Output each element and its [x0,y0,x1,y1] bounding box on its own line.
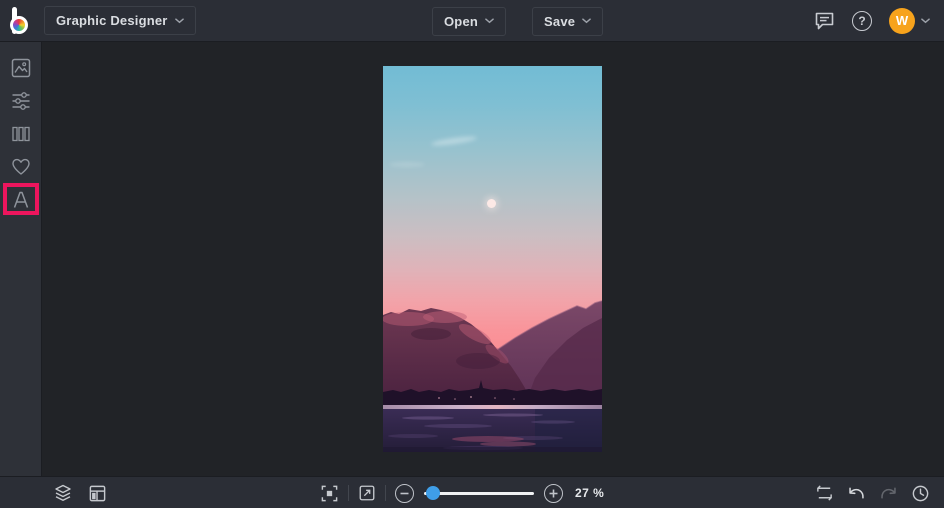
feedback-button[interactable] [814,11,835,31]
zoom-level-label: 27 % [575,486,605,500]
replay-button[interactable] [815,484,834,502]
zoom-slider[interactable] [424,486,534,500]
layers-button[interactable] [53,483,73,503]
fit-screen-icon [321,485,338,501]
history-icon [912,485,929,501]
bottombar-center: 27 % [320,477,604,508]
plus-icon [549,489,558,497]
mountain-lake-scene [383,300,602,452]
zoom-out-button[interactable] [395,483,414,503]
image-icon [11,58,30,77]
bottombar-left [53,477,107,508]
repeat-icon [817,485,832,501]
save-label: Save [544,13,576,29]
app-menu-button[interactable]: Graphic Designer [44,6,196,35]
account-menu[interactable]: W [889,7,930,34]
befunky-logo[interactable] [9,7,35,34]
app-menu-label: Graphic Designer [56,13,168,28]
avatar: W [889,7,915,34]
topbar-right: ? W [814,7,930,34]
sidebar-item-layouts[interactable] [0,117,42,150]
history-button[interactable] [911,484,930,503]
separator [348,485,349,501]
open-label: Open [444,13,479,29]
bottombar: 27 % [0,476,944,508]
logo-color-wheel-icon [10,16,28,34]
layers-icon [55,484,71,501]
redo-button[interactable] [879,485,898,502]
layout-panel-icon [89,485,106,501]
fullscreen-preview-button[interactable] [358,484,376,502]
fit-to-screen-button[interactable] [320,484,339,503]
topbar-center: Open Save [432,0,604,42]
zoom-slider-knob[interactable] [426,486,440,500]
heart-icon [11,158,30,175]
canvas-workspace [42,42,944,476]
sliders-icon [12,91,29,110]
separator [385,485,386,501]
help-icon: ? [852,10,872,31]
text-a-icon [13,191,28,208]
minus-icon [400,492,409,494]
zoom-in-button[interactable] [544,483,563,503]
chevron-down-icon [485,18,494,24]
sidebar-item-graphics[interactable] [0,150,42,183]
topbar: Graphic Designer Open Save ? W [0,0,944,42]
columns-icon [11,126,30,141]
sidebar-item-image-manager[interactable] [0,51,42,84]
undo-icon [849,487,864,499]
zoom-slider-track[interactable] [424,492,534,495]
chevron-down-icon [582,18,592,24]
open-new-icon [359,485,375,501]
feedback-chat-icon [815,12,834,29]
open-button[interactable]: Open [432,6,507,36]
redo-icon [881,487,896,499]
sidebar-item-edit[interactable] [0,84,42,117]
help-button[interactable]: ? [852,10,872,31]
chevron-down-icon [174,17,184,23]
undo-button[interactable] [847,485,866,502]
bottombar-right [815,477,930,508]
design-canvas[interactable] [383,66,602,452]
chevron-down-icon [921,17,930,23]
layout-manager-button[interactable] [88,484,107,503]
app-root: Graphic Designer Open Save ? W 27 % [0,0,944,508]
sidebar-item-text[interactable] [0,183,42,216]
save-button[interactable]: Save [532,6,604,36]
sidebar [0,42,42,476]
